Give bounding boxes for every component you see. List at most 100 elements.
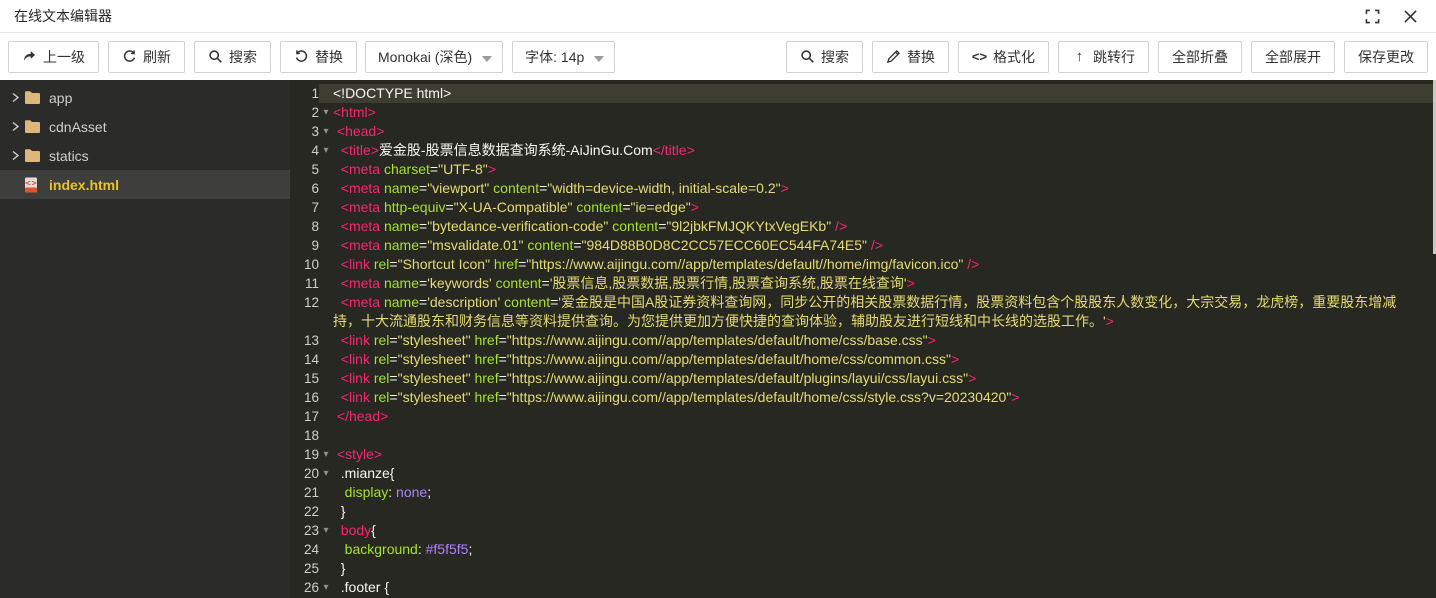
file-tree-item-label: index.html: [49, 177, 119, 193]
fullscreen-icon[interactable]: [1364, 8, 1380, 24]
sidebar-item-app[interactable]: app: [0, 83, 290, 112]
code-line: 4▾ <title>爱金股-股票信息数据查询系统-AiJinGu.Com</ti…: [290, 141, 1436, 160]
fold-arrow-icon[interactable]: ▾: [319, 445, 333, 464]
content-area: appcdnAssetstatics <> index.html 1 <!DOCTYP…: [0, 80, 1436, 598]
line-number: 20: [290, 464, 319, 483]
close-icon[interactable]: [1402, 8, 1418, 24]
line-number: 14: [290, 350, 319, 369]
code-line-content[interactable]: <style>: [333, 445, 1436, 464]
search-editor-button[interactable]: 搜索: [786, 41, 863, 73]
code-line-content[interactable]: <meta name="msvalidate.01" content="984D…: [333, 236, 1436, 255]
replace-editor-button[interactable]: 替换: [872, 41, 949, 73]
theme-select[interactable]: Monokai (深色): [365, 41, 503, 73]
fold-gutter-spacer: [319, 179, 333, 198]
code-line-content[interactable]: }: [333, 559, 1436, 578]
collapse-all-button[interactable]: 全部折叠: [1158, 41, 1242, 73]
code-line-content[interactable]: <!DOCTYPE html>: [333, 84, 1436, 103]
toolbar-right-group: 搜索 替换 <>格式化 ↑跳转行全部折叠全部展开保存更改: [786, 33, 1428, 80]
chevron-right-icon[interactable]: [8, 150, 22, 161]
format-button[interactable]: <>格式化: [958, 41, 1049, 73]
code-line: 25 }: [290, 559, 1436, 578]
line-number: 26: [290, 578, 319, 597]
line-number: 22: [290, 502, 319, 521]
code-line-content[interactable]: display: none;: [333, 483, 1436, 502]
code-line: 1 <!DOCTYPE html>: [290, 84, 1436, 103]
replace-button[interactable]: 替换: [280, 41, 357, 73]
file-tree: appcdnAssetstatics <> index.html: [0, 80, 290, 598]
code-line: 7 <meta http-equiv="X-UA-Compatible" con…: [290, 198, 1436, 217]
code-line-content[interactable]: <meta name='keywords' content='股票信息,股票数据…: [333, 274, 1436, 293]
sidebar-item-index[interactable]: <> index.html: [0, 170, 290, 199]
fold-arrow-icon[interactable]: ▾: [319, 464, 333, 483]
sidebar-item-statics[interactable]: statics: [0, 141, 290, 170]
refresh-button[interactable]: 刷新: [108, 41, 185, 73]
window-actions: [1364, 8, 1418, 24]
fold-arrow-icon[interactable]: ▾: [319, 122, 333, 141]
code-line-content[interactable]: <meta name="bytedance-verification-code"…: [333, 217, 1436, 236]
fold-arrow-icon[interactable]: ▾: [319, 521, 333, 540]
code-editor[interactable]: 1<!DOCTYPE html>2▾<html>3▾ <head>4▾ <tit…: [290, 80, 1436, 598]
search-icon: [800, 49, 815, 64]
code-line-content[interactable]: <html>: [333, 103, 1436, 122]
chevron-right-icon[interactable]: [8, 92, 22, 103]
fold-gutter-spacer: [319, 483, 333, 502]
line-number: 1: [290, 84, 319, 103]
font-size-select[interactable]: 字体: 14p: [512, 41, 615, 73]
html-file-icon: <>: [24, 177, 41, 193]
line-number: 18: [290, 426, 319, 445]
up-level-button[interactable]: 上一级: [8, 41, 99, 73]
code-line-content[interactable]: background: #f5f5f5;: [333, 540, 1436, 559]
line-number: 21: [290, 483, 319, 502]
line-number: 2: [290, 103, 319, 122]
folder-icon: [24, 148, 41, 164]
toolbar-selects: Monokai (深色) 字体: 14p: [365, 41, 615, 73]
code-line-content[interactable]: <link rel="stylesheet" href="https://www…: [333, 369, 1436, 388]
code-line-content[interactable]: <meta name="viewport" content="width=dev…: [333, 179, 1436, 198]
code-line-content[interactable]: <link rel="Shortcut Icon" href="https://…: [333, 255, 1436, 274]
chevron-right-icon[interactable]: [8, 121, 22, 132]
code-line-content[interactable]: .mianze{: [333, 464, 1436, 483]
code-line-content[interactable]: <meta http-equiv="X-UA-Compatible" conte…: [333, 198, 1436, 217]
refresh-icon: [122, 49, 137, 64]
search-icon: [208, 49, 223, 64]
code-line-content[interactable]: <title>爱金股-股票信息数据查询系统-AiJinGu.Com</title…: [333, 141, 1436, 160]
code-line-content[interactable]: <link rel="stylesheet" href="https://www…: [333, 350, 1436, 369]
code-line-content[interactable]: </head>: [333, 407, 1436, 426]
code-line-content[interactable]: <meta charset="UTF-8">: [333, 160, 1436, 179]
search-button[interactable]: 搜索: [194, 41, 271, 73]
sidebar-item-cdnasset[interactable]: cdnAsset: [0, 112, 290, 141]
refresh-button-label: 刷新: [143, 47, 171, 67]
code-line-content[interactable]: body{: [333, 521, 1436, 540]
code-line-content[interactable]: <meta name='description' content='爱金股是中国…: [333, 293, 1436, 331]
chevron-down-icon: [482, 56, 492, 62]
code-line-content[interactable]: <link rel="stylesheet" href="https://www…: [333, 331, 1436, 350]
code-line-content[interactable]: <head>: [333, 122, 1436, 141]
svg-text:<>: <>: [25, 178, 38, 187]
code-line: 21 display: none;: [290, 483, 1436, 502]
code-line: 11 <meta name='keywords' content='股票信息,股…: [290, 274, 1436, 293]
save-changes-button[interactable]: 保存更改: [1344, 41, 1428, 73]
goto-line-button[interactable]: ↑跳转行: [1058, 41, 1149, 73]
code-line: 16 <link rel="stylesheet" href="https://…: [290, 388, 1436, 407]
format-button-label: 格式化: [993, 47, 1035, 67]
code-line-content[interactable]: }: [333, 502, 1436, 521]
fold-arrow-icon[interactable]: ▾: [319, 103, 333, 122]
code-line: 19▾ <style>: [290, 445, 1436, 464]
code-line-content[interactable]: <link rel="stylesheet" href="https://www…: [333, 388, 1436, 407]
code-line-content[interactable]: [333, 426, 1436, 445]
up-level-icon: [22, 49, 37, 64]
fold-gutter-spacer: [319, 160, 333, 179]
code-line-content[interactable]: .footer {: [333, 578, 1436, 597]
fold-arrow-icon[interactable]: ▾: [319, 578, 333, 597]
goto-line-button-label: 跳转行: [1093, 47, 1135, 67]
code-line: 2▾<html>: [290, 103, 1436, 122]
toolbar: 上一级刷新搜索替换 Monokai (深色) 字体: 14p 搜索替换<>格式化…: [0, 33, 1436, 80]
replace-editor-button-label: 替换: [907, 47, 935, 67]
code-line: 5 <meta charset="UTF-8">: [290, 160, 1436, 179]
code-line: 18: [290, 426, 1436, 445]
line-number: 4: [290, 141, 319, 160]
code-line: 9 <meta name="msvalidate.01" content="98…: [290, 236, 1436, 255]
font-size-select-value: 字体: 14p: [525, 47, 584, 67]
fold-arrow-icon[interactable]: ▾: [319, 141, 333, 160]
expand-all-button[interactable]: 全部展开: [1251, 41, 1335, 73]
